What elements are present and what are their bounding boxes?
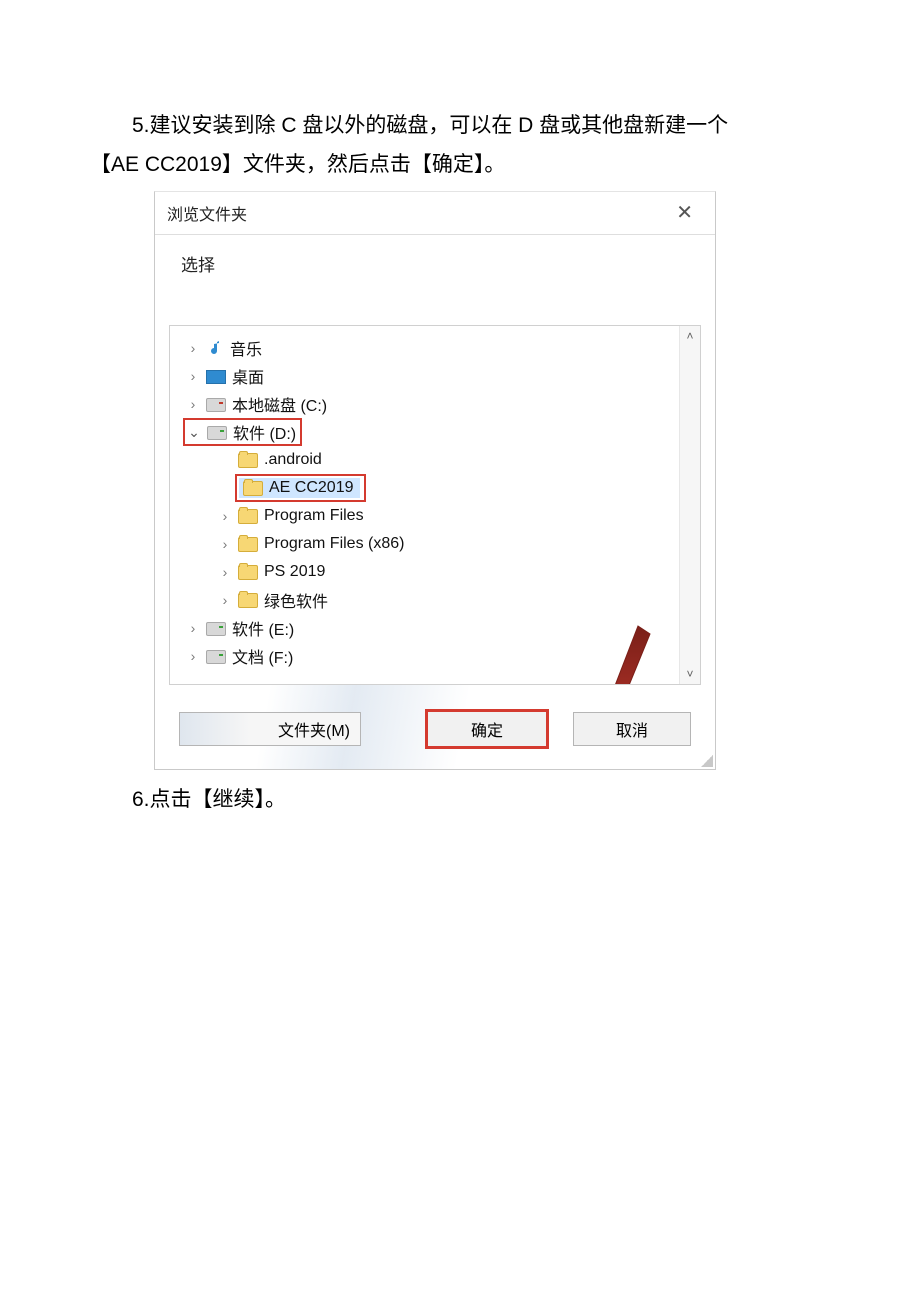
expand-icon[interactable]: › xyxy=(186,648,200,664)
resize-grip-icon[interactable] xyxy=(701,755,713,767)
step6-text: 6.点击【继续】。 xyxy=(90,784,830,817)
scroll-down-icon[interactable]: ˅ xyxy=(680,664,700,684)
folder-icon xyxy=(243,481,263,496)
expand-icon[interactable]: › xyxy=(186,340,200,356)
new-folder-label: 文件夹(M) xyxy=(278,717,350,741)
tree-item-drive-d[interactable]: ⌄ 软件 (D:) xyxy=(178,418,700,446)
tree-label: 本地磁盘 (C:) xyxy=(232,392,327,416)
expand-icon[interactable]: › xyxy=(218,564,232,580)
close-icon[interactable]: ✕ xyxy=(666,201,703,225)
drive-icon xyxy=(206,650,226,664)
step5-text-line1: 5.建议安装到除 C 盘以外的磁盘，可以在 D 盘或其他盘新建一个 xyxy=(90,110,830,143)
tree-label: 音乐 xyxy=(230,336,262,360)
tree-item-android[interactable]: .android xyxy=(178,446,700,474)
expand-icon[interactable]: › xyxy=(186,368,200,384)
dialog-title: 浏览文件夹 xyxy=(167,201,247,225)
browse-folder-dialog: 浏览文件夹 ✕ 选择 › 音乐 › 桌面 xyxy=(154,191,716,770)
tree-item-program-files-x86[interactable]: › Program Files (x86) xyxy=(178,530,700,558)
scrollbar[interactable]: ˄ ˅ xyxy=(679,326,700,684)
expand-icon[interactable]: › xyxy=(218,508,232,524)
tree-item-drive-c[interactable]: › 本地磁盘 (C:) xyxy=(178,390,700,418)
folder-tree[interactable]: › 音乐 › 桌面 › 本地磁盘 (C:) xyxy=(169,325,701,685)
tree-label: 绿色软件 xyxy=(264,588,328,612)
tree-item-ps-2019[interactable]: › PS 2019 xyxy=(178,558,700,586)
new-folder-button[interactable]: 文件夹(M) xyxy=(179,712,361,746)
expand-icon[interactable]: › xyxy=(186,620,200,636)
tree-item-music[interactable]: › 音乐 xyxy=(178,334,700,362)
folder-icon xyxy=(238,453,258,468)
tree-label: Program Files xyxy=(264,507,364,525)
ok-button[interactable]: 确定 xyxy=(425,709,549,749)
tree-item-program-files[interactable]: › Program Files xyxy=(178,502,700,530)
tree-item-drive-e[interactable]: › 软件 (E:) xyxy=(178,614,700,642)
dialog-subtitle: 选择 xyxy=(155,235,715,325)
tree-label: Program Files (x86) xyxy=(264,535,404,553)
music-icon xyxy=(206,340,224,356)
dialog-button-row: 文件夹(M) 确定 取消 xyxy=(155,685,715,769)
highlight-red: ⌄ 软件 (D:) xyxy=(183,418,302,446)
expand-icon[interactable]: › xyxy=(218,592,232,608)
folder-icon xyxy=(238,565,258,580)
folder-icon xyxy=(238,593,258,608)
tree-label: .android xyxy=(264,451,322,469)
dialog-titlebar: 浏览文件夹 ✕ xyxy=(155,192,715,235)
drive-icon xyxy=(206,622,226,636)
cancel-button[interactable]: 取消 xyxy=(573,712,691,746)
drive-icon xyxy=(207,426,227,440)
collapse-icon[interactable]: ⌄ xyxy=(187,424,201,441)
tree-item-drive-f[interactable]: › 文档 (F:) xyxy=(178,642,700,670)
tree-label: 软件 (D:) xyxy=(233,420,296,444)
tree-label: 桌面 xyxy=(232,364,264,388)
desktop-icon xyxy=(206,370,226,384)
expand-icon xyxy=(218,480,232,496)
ok-label: 确定 xyxy=(471,717,503,741)
tree-item-desktop[interactable]: › 桌面 xyxy=(178,362,700,390)
folder-icon xyxy=(238,537,258,552)
scroll-up-icon[interactable]: ˄ xyxy=(680,326,700,346)
step5-text-line2: 【AE CC2019】文件夹，然后点击【确定】。 xyxy=(90,149,830,182)
tree-label: 软件 (E:) xyxy=(232,616,294,640)
expand-icon[interactable]: › xyxy=(218,536,232,552)
expand-icon xyxy=(218,452,232,468)
drive-icon xyxy=(206,398,226,412)
folder-icon xyxy=(238,509,258,524)
tree-label: 文档 (F:) xyxy=(232,644,293,668)
highlight-red: AE CC2019 xyxy=(235,474,366,502)
cancel-label: 取消 xyxy=(616,717,648,741)
tree-label: PS 2019 xyxy=(264,563,325,581)
tree-label: AE CC2019 xyxy=(269,479,354,497)
tree-item-ae-cc2019[interactable]: AE CC2019 xyxy=(178,474,700,502)
expand-icon[interactable]: › xyxy=(186,396,200,412)
tree-item-green-software[interactable]: › 绿色软件 xyxy=(178,586,700,614)
